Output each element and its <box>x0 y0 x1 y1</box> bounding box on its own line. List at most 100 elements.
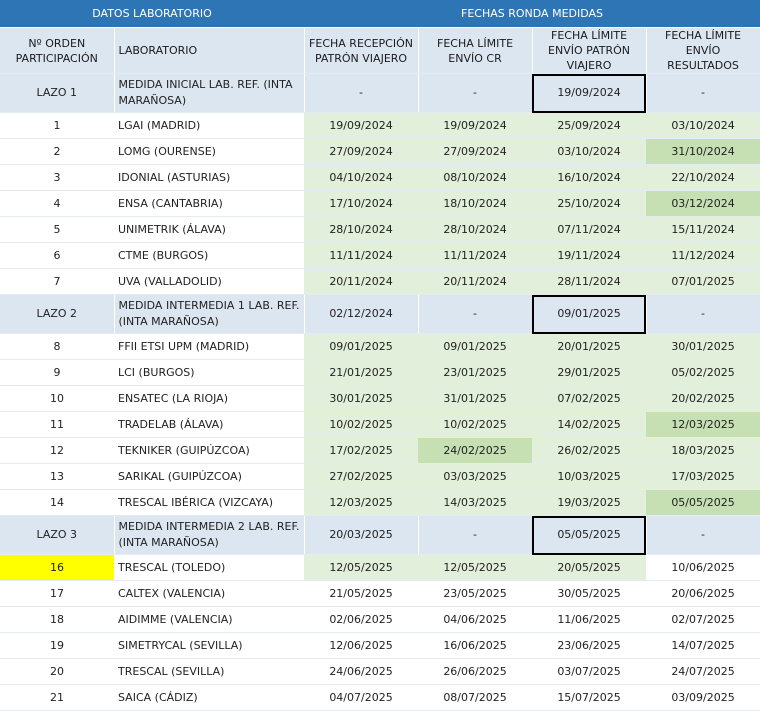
cell-resultados: 03/09/2025 <box>646 684 760 711</box>
cell-laboratorio: MEDIDA INTERMEDIA 1 LAB. REF. (INTA MARA… <box>114 294 305 334</box>
table-row: 12 TEKNIKER (GUIPÚZCOA) 17/02/2025 24/02/20… <box>0 437 760 464</box>
table-row: 9 LCI (BURGOS) 21/01/2025 23/01/2025 29/01/2… <box>0 359 760 386</box>
cell-resultados: 10/06/2025 <box>646 554 760 581</box>
cell-envio-patron: 26/02/2025 <box>532 437 647 464</box>
cell-orden: 3 <box>0 164 114 191</box>
cell-recepcion: 04/07/2025 <box>304 684 419 711</box>
cell-envio-patron: 11/06/2025 <box>532 606 647 633</box>
cell-envio-patron: 15/07/2025 <box>532 684 647 711</box>
cell-recepcion: 12/06/2025 <box>304 632 419 659</box>
cell-envio-patron: 05/05/2025 <box>532 515 647 555</box>
table-row: 17 CALTEX (VALENCIA) 21/05/2025 23/05/2025 3… <box>0 580 760 607</box>
cell-orden: LAZO 2 <box>0 294 115 334</box>
table-row: 19 SIMETRYCAL (SEVILLA) 12/06/2025 16/06/20… <box>0 632 760 659</box>
cell-recepcion: 09/01/2025 <box>304 333 419 360</box>
cell-resultados: - <box>646 294 760 334</box>
table-row: 21 SAICA (CÁDIZ) 04/07/2025 08/07/2025 15/07… <box>0 684 760 711</box>
cell-orden: 11 <box>0 411 114 438</box>
table-row: 4 ENSA (CANTABRIA) 17/10/2024 18/10/2024 25/… <box>0 190 760 217</box>
cell-laboratorio: MEDIDA INICIAL LAB. REF. (INTA MARAÑOSA) <box>114 73 305 113</box>
group-header-row: DATOS LABORATORIO FECHAS RONDA MEDIDAS <box>0 0 760 28</box>
cell-laboratorio: MEDIDA INTERMEDIA 2 LAB. REF. (INTA MARA… <box>114 515 305 555</box>
cell-laboratorio: SAICA (CÁDIZ) <box>114 684 305 711</box>
table-row: 10 ENSATEC (LA RIOJA) 30/01/2025 31/01/2025… <box>0 385 760 412</box>
cell-limite-cr: 08/10/2024 <box>418 164 533 191</box>
cell-resultados: - <box>646 73 760 113</box>
col-header-envio-patron: FECHA LÍMITE ENVÍO PATRÓN VIAJERO <box>532 27 647 74</box>
cell-resultados: 18/03/2025 <box>646 437 760 464</box>
cell-resultados: 20/06/2025 <box>646 580 760 607</box>
cell-envio-patron: 07/11/2024 <box>532 216 647 243</box>
table-body: LAZO 1 MEDIDA INICIAL LAB. REF. (INTA MAR… <box>0 73 760 711</box>
cell-orden: 20 <box>0 658 114 685</box>
table-row: 20 TRESCAL (SEVILLA) 24/06/2025 26/06/2025 0… <box>0 658 760 685</box>
table-row: 8 FFII ETSI UPM (MADRID) 09/01/2025 09/01/2… <box>0 333 760 360</box>
cell-orden: 4 <box>0 190 114 217</box>
schedule-table: DATOS LABORATORIO FECHAS RONDA MEDIDAS N… <box>0 0 760 711</box>
cell-limite-cr: 16/06/2025 <box>418 632 533 659</box>
cell-recepcion: 20/03/2025 <box>304 515 419 555</box>
col-header-laboratorio: LABORATORIO <box>114 27 305 74</box>
cell-laboratorio: TRESCAL (TOLEDO) <box>114 554 305 581</box>
cell-resultados: 03/10/2024 <box>646 112 760 139</box>
cell-laboratorio: TEKNIKER (GUIPÚZCOA) <box>114 437 305 464</box>
cell-resultados: 20/02/2025 <box>646 385 760 412</box>
table-row: 5 UNIMETRIK (ÁLAVA) 28/10/2024 28/10/2024 07… <box>0 216 760 243</box>
table-row: 14 TRESCAL IBÉRICA (VIZCAYA) 12/03/2025 14/… <box>0 489 760 516</box>
cell-recepcion: 17/10/2024 <box>304 190 419 217</box>
cell-laboratorio: UVA (VALLADOLID) <box>114 268 305 295</box>
cell-recepcion: 21/05/2025 <box>304 580 419 607</box>
cell-orden: 12 <box>0 437 114 464</box>
table-row: 2 LOMG (OURENSE) 27/09/2024 27/09/2024 03/10… <box>0 138 760 165</box>
table-row: 1 LGAI (MADRID) 19/09/2024 19/09/2024 25/09/… <box>0 112 760 139</box>
cell-envio-patron: 16/10/2024 <box>532 164 647 191</box>
cell-orden: 8 <box>0 333 114 360</box>
cell-envio-patron: 14/02/2025 <box>532 411 647 438</box>
cell-resultados: 05/05/2025 <box>646 489 760 516</box>
cell-recepcion: 11/11/2024 <box>304 242 419 269</box>
cell-limite-cr: 09/01/2025 <box>418 333 533 360</box>
cell-orden: 9 <box>0 359 114 386</box>
lazo-row: LAZO 2 MEDIDA INTERMEDIA 1 LAB. REF. (INT… <box>0 294 760 334</box>
cell-limite-cr: 20/11/2024 <box>418 268 533 295</box>
cell-orden: LAZO 1 <box>0 73 115 113</box>
cell-limite-cr: - <box>418 515 533 555</box>
cell-recepcion: 04/10/2024 <box>304 164 419 191</box>
cell-limite-cr: 14/03/2025 <box>418 489 533 516</box>
cell-envio-patron: 25/09/2024 <box>532 112 647 139</box>
cell-orden: 6 <box>0 242 114 269</box>
cell-limite-cr: 08/07/2025 <box>418 684 533 711</box>
cell-laboratorio: TRADELAB (ÁLAVA) <box>114 411 305 438</box>
cell-orden: 17 <box>0 580 114 607</box>
cell-orden: 2 <box>0 138 114 165</box>
cell-laboratorio: ENSA (CANTABRIA) <box>114 190 305 217</box>
cell-orden: LAZO 3 <box>0 515 115 555</box>
cell-envio-patron: 25/10/2024 <box>532 190 647 217</box>
cell-resultados: 31/10/2024 <box>646 138 760 165</box>
cell-orden: 18 <box>0 606 114 633</box>
table-row: 18 AIDIMME (VALENCIA) 02/06/2025 04/06/2025… <box>0 606 760 633</box>
cell-recepcion: 02/06/2025 <box>304 606 419 633</box>
cell-resultados: 02/07/2025 <box>646 606 760 633</box>
col-header-orden: Nº ORDEN PARTICIPACIÓN <box>0 27 115 74</box>
cell-envio-patron: 03/07/2025 <box>532 658 647 685</box>
cell-resultados: 03/12/2024 <box>646 190 760 217</box>
lazo-row: LAZO 1 MEDIDA INICIAL LAB. REF. (INTA MAR… <box>0 73 760 113</box>
cell-resultados: 24/07/2025 <box>646 658 760 685</box>
cell-laboratorio: SIMETRYCAL (SEVILLA) <box>114 632 305 659</box>
cell-laboratorio: TRESCAL IBÉRICA (VIZCAYA) <box>114 489 305 516</box>
col-header-resultados: FECHA LÍMITE ENVÍO RESULTADOS <box>646 27 760 74</box>
cell-recepcion: 28/10/2024 <box>304 216 419 243</box>
cell-resultados: 22/10/2024 <box>646 164 760 191</box>
cell-laboratorio: CALTEX (VALENCIA) <box>114 580 305 607</box>
cell-recepcion: 21/01/2025 <box>304 359 419 386</box>
cell-resultados: 30/01/2025 <box>646 333 760 360</box>
cell-limite-cr: 03/03/2025 <box>418 463 533 490</box>
cell-resultados: 15/11/2024 <box>646 216 760 243</box>
group-header-lab: DATOS LABORATORIO <box>0 0 305 28</box>
group-header-dates: FECHAS RONDA MEDIDAS <box>304 0 760 28</box>
cell-orden: 14 <box>0 489 114 516</box>
cell-envio-patron: 29/01/2025 <box>532 359 647 386</box>
cell-envio-patron: 19/11/2024 <box>532 242 647 269</box>
cell-recepcion: 12/05/2025 <box>304 554 419 581</box>
